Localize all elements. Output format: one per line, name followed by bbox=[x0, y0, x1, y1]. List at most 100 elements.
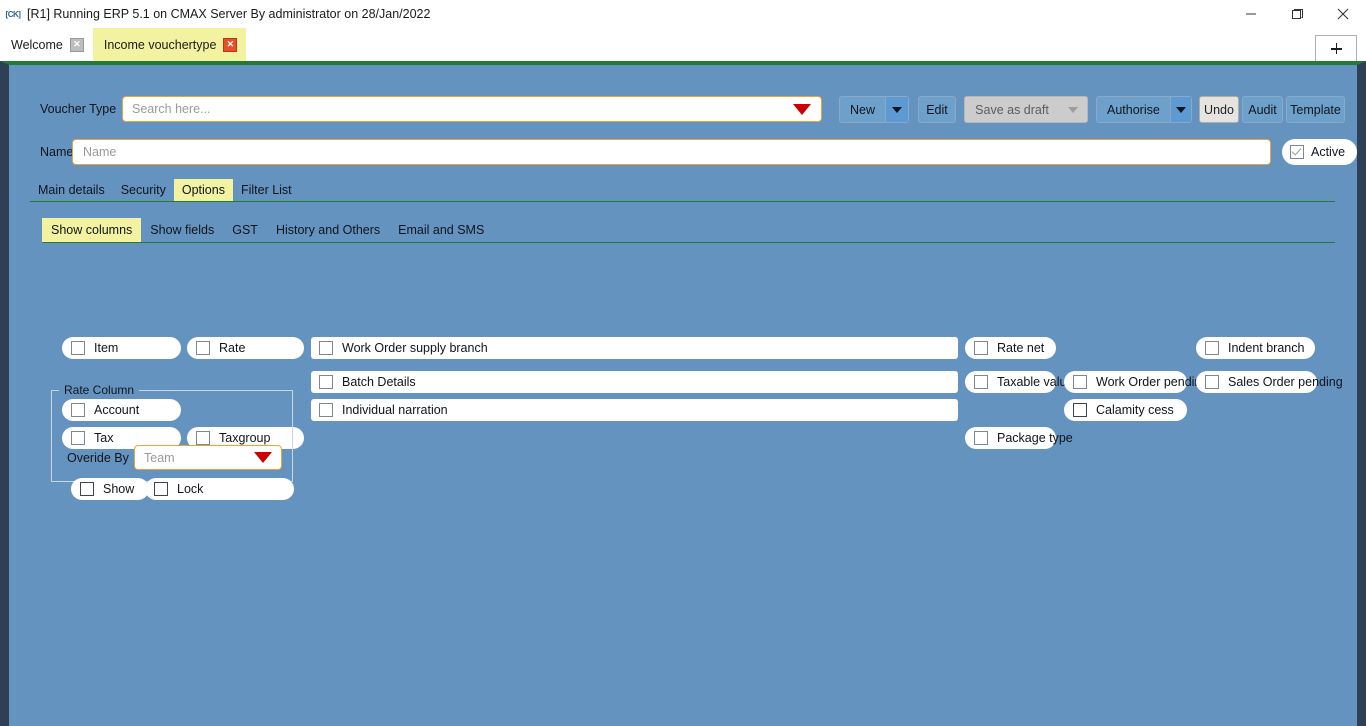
close-icon[interactable] bbox=[1320, 0, 1366, 28]
tab-main-details[interactable]: Main details bbox=[30, 179, 113, 202]
chevron-down-icon[interactable] bbox=[885, 97, 908, 122]
close-icon[interactable]: ✕ bbox=[223, 37, 238, 52]
checkbox-icon bbox=[319, 403, 333, 417]
checkbox-label: Work Order pending bbox=[1096, 374, 1209, 389]
checkbox-calamity-cess[interactable]: Calamity cess bbox=[1064, 399, 1187, 421]
tab-gst[interactable]: GST bbox=[223, 218, 267, 243]
chevron-down-icon[interactable] bbox=[1059, 97, 1087, 122]
checkbox-indent-branch[interactable]: Indent branch bbox=[1196, 337, 1315, 359]
authorise-button[interactable]: Authorise bbox=[1096, 96, 1192, 123]
voucher-type-label: Voucher Type bbox=[40, 102, 117, 116]
document-tab-welcome[interactable]: Welcome ✕ bbox=[0, 28, 93, 61]
name-placeholder: Name bbox=[83, 145, 117, 159]
rate-column-lock-label: Lock bbox=[177, 481, 204, 496]
checkbox-rate-net[interactable]: Rate net bbox=[965, 337, 1056, 359]
new-button-label: New bbox=[850, 102, 876, 117]
sub-tab-separator bbox=[42, 242, 1335, 243]
document-tabstrip: Welcome ✕ Income vouchertype ✕ bbox=[0, 28, 1366, 62]
rate-column-lock-checkbox[interactable]: Lock bbox=[145, 478, 294, 500]
window-controls bbox=[1228, 0, 1366, 28]
tab-options[interactable]: Options bbox=[173, 178, 233, 201]
rate-column-show-checkbox[interactable]: Show bbox=[71, 478, 149, 500]
override-by-placeholder: Team bbox=[144, 450, 175, 465]
plus-icon bbox=[1330, 43, 1342, 54]
checkbox-icon bbox=[196, 341, 210, 355]
authorise-button-label: Authorise bbox=[1107, 102, 1160, 117]
rate-column-show-label: Show bbox=[103, 481, 135, 496]
sub-tab-bar: Show columns Show fields GST History and… bbox=[42, 215, 493, 242]
checkbox-icon bbox=[80, 482, 94, 496]
checkbox-item[interactable]: Item bbox=[62, 337, 181, 359]
maximize-icon[interactable] bbox=[1274, 0, 1320, 28]
override-by-dropdown[interactable]: Team bbox=[134, 445, 282, 470]
checkbox-icon bbox=[319, 341, 333, 355]
rate-column-group-title: Rate Column bbox=[59, 383, 140, 397]
application-body: Voucher Type Search here... New Edit Sav… bbox=[0, 61, 1366, 726]
search-placeholder: Search here... bbox=[132, 102, 211, 116]
form-canvas: Voucher Type Search here... New Edit Sav… bbox=[9, 65, 1358, 726]
main-tab-bar: Main details Security Options Filter Lis… bbox=[30, 174, 300, 201]
tab-email-and-sms[interactable]: Email and SMS bbox=[389, 218, 493, 243]
checkbox-taxable-value[interactable]: Taxable value bbox=[965, 371, 1073, 393]
override-by-label: Overide By bbox=[67, 451, 129, 465]
checkbox-label: Indent branch bbox=[1228, 340, 1305, 355]
checkbox-package-type[interactable]: Package type bbox=[965, 427, 1073, 449]
minimize-icon[interactable] bbox=[1228, 0, 1274, 28]
save-as-draft-label: Save as draft bbox=[975, 102, 1049, 117]
checkbox-icon bbox=[1205, 375, 1219, 389]
checkbox-icon bbox=[974, 431, 988, 445]
checkbox-icon bbox=[974, 341, 988, 355]
tab-history-and-others[interactable]: History and Others bbox=[267, 218, 389, 243]
name-label: Name bbox=[40, 145, 74, 159]
checkbox-label: Sales Order pending bbox=[1228, 374, 1343, 389]
document-tab-label: Income vouchertype bbox=[103, 37, 217, 52]
checkbox-label: Taxable value bbox=[997, 374, 1074, 389]
checkbox-label: Rate bbox=[219, 340, 246, 355]
template-button[interactable]: Template bbox=[1286, 96, 1345, 123]
active-label: Active bbox=[1311, 145, 1346, 159]
checkbox-icon bbox=[1073, 403, 1087, 417]
chevron-down-icon[interactable] bbox=[1169, 97, 1191, 122]
add-tab-button[interactable] bbox=[1315, 35, 1357, 61]
tab-show-columns[interactable]: Show columns bbox=[42, 217, 142, 242]
checkbox-label: Individual narration bbox=[342, 402, 448, 417]
tab-show-fields[interactable]: Show fields bbox=[141, 218, 223, 243]
active-checkbox[interactable]: Active bbox=[1282, 139, 1358, 165]
edit-button-label: Edit bbox=[926, 102, 948, 117]
main-tab-separator bbox=[30, 201, 1335, 202]
save-as-draft-button[interactable]: Save as draft bbox=[964, 96, 1088, 123]
checkbox-work-order-supply-branch[interactable]: Work Order supply branch bbox=[311, 337, 958, 359]
checkbox-icon bbox=[974, 375, 988, 389]
checkbox-label: Item bbox=[94, 340, 119, 355]
checkbox-sales-order-pending[interactable]: Sales Order pending bbox=[1196, 371, 1343, 393]
checkbox-label: Calamity cess bbox=[1096, 402, 1174, 417]
checkbox-work-order-pending[interactable]: Work Order pending bbox=[1064, 371, 1208, 393]
voucher-type-search-input[interactable]: Search here... bbox=[122, 96, 822, 122]
undo-button[interactable]: Undo bbox=[1199, 96, 1239, 123]
checkbox-label: Batch Details bbox=[342, 374, 416, 389]
window-title: [R1] Running ERP 5.1 on CMAX Server By a… bbox=[27, 7, 431, 21]
chevron-down-icon[interactable] bbox=[254, 452, 272, 463]
document-tab-income-vouchertype[interactable]: Income vouchertype ✕ bbox=[92, 28, 247, 61]
app-icon: [CK] bbox=[5, 9, 21, 19]
undo-button-label: Undo bbox=[1204, 102, 1234, 117]
tab-security[interactable]: Security bbox=[113, 179, 174, 202]
checkbox-batch-details[interactable]: Batch Details bbox=[311, 371, 958, 393]
window-titlebar: [CK] [R1] Running ERP 5.1 on CMAX Server… bbox=[0, 0, 1366, 28]
checkbox-individual-narration[interactable]: Individual narration bbox=[311, 399, 958, 421]
checkbox-label: Rate net bbox=[997, 340, 1045, 355]
audit-button[interactable]: Audit bbox=[1242, 96, 1283, 123]
checkbox-icon bbox=[1290, 145, 1304, 159]
checkbox-icon bbox=[71, 341, 85, 355]
template-button-label: Template bbox=[1290, 102, 1341, 117]
chevron-down-icon[interactable] bbox=[793, 103, 811, 115]
tab-filter-list[interactable]: Filter List bbox=[233, 179, 300, 202]
audit-button-label: Audit bbox=[1248, 102, 1277, 117]
new-button[interactable]: New bbox=[839, 96, 909, 123]
checkbox-icon bbox=[154, 482, 168, 496]
checkbox-label: Package type bbox=[997, 430, 1073, 445]
name-input[interactable]: Name bbox=[72, 139, 1271, 165]
checkbox-rate[interactable]: Rate bbox=[187, 337, 304, 359]
edit-button[interactable]: Edit bbox=[918, 96, 956, 123]
close-icon[interactable]: ✕ bbox=[69, 37, 84, 52]
